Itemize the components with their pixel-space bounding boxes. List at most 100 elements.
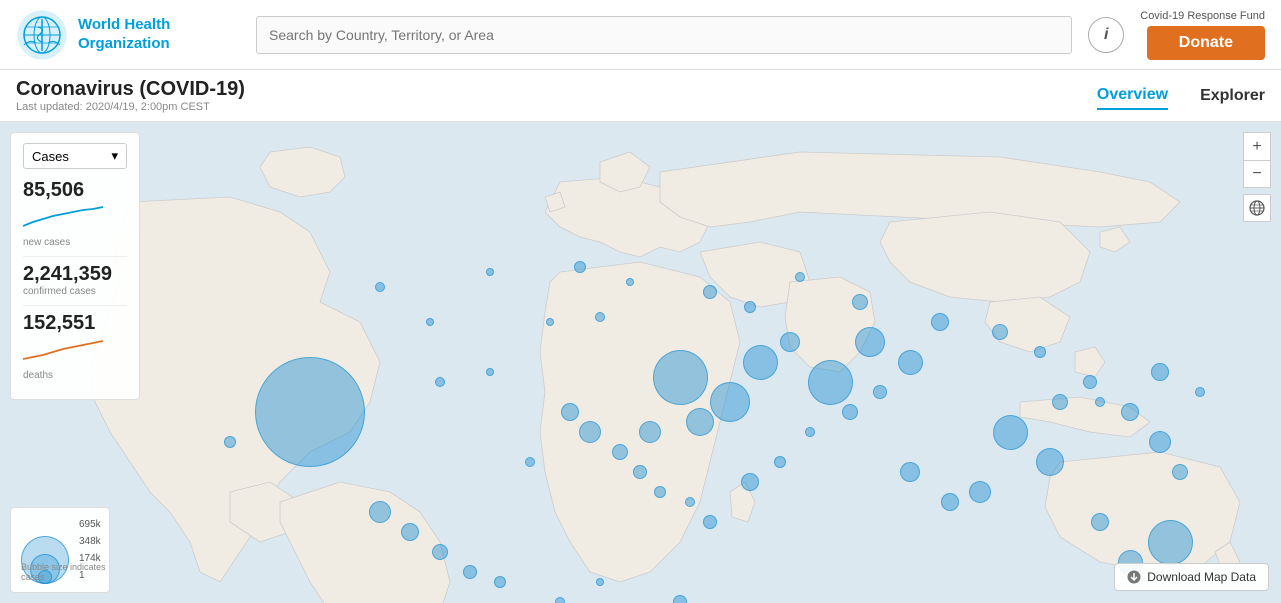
bubble-dot — [626, 278, 634, 286]
download-map-data-button[interactable]: Download Map Data — [1114, 563, 1269, 591]
bubble-dot — [1151, 363, 1169, 381]
bubble-dot — [224, 436, 236, 448]
globe-icon — [1249, 200, 1265, 216]
new-cases-number: 85,506 — [23, 179, 127, 202]
divider — [23, 256, 127, 257]
bubble-dot — [595, 312, 605, 322]
new-cases-block: 85,506 new cases — [23, 179, 127, 248]
bubble-dot — [703, 285, 717, 299]
bubble-dot — [596, 578, 604, 586]
response-fund-label: Covid-19 Response Fund — [1140, 10, 1265, 22]
logo-area: World HealthOrganization — [16, 9, 256, 61]
bubble-dot — [710, 382, 750, 422]
bubble-dot — [369, 501, 391, 523]
stats-panel: Cases ▾ 85,506 new cases 2,241,359 confi… — [10, 132, 140, 400]
bubble-dot — [579, 421, 601, 443]
bubble-dot — [463, 565, 477, 579]
bubble-dot — [686, 408, 714, 436]
bubble-dot — [574, 261, 586, 273]
bubble-dot — [855, 327, 885, 357]
chevron-down-icon: ▾ — [111, 148, 118, 164]
page-title-area: Coronavirus (COVID-19) Last updated: 202… — [16, 78, 245, 113]
donate-button[interactable]: Donate — [1147, 26, 1265, 60]
bubble-dot — [743, 345, 778, 380]
bubble-dot — [401, 523, 419, 541]
deaths-label: deaths — [23, 370, 127, 381]
download-icon — [1127, 570, 1141, 584]
cases-dropdown[interactable]: Cases ▾ — [23, 143, 127, 169]
bubble-dot — [486, 368, 494, 376]
confirmed-cases-block: 2,241,359 confirmed cases — [23, 263, 127, 297]
bubble-dot — [561, 403, 579, 421]
confirmed-label: confirmed cases — [23, 286, 127, 297]
bubble-dot — [255, 357, 365, 467]
org-name: World HealthOrganization — [78, 16, 170, 54]
divider2 — [23, 305, 127, 306]
bubble-dot — [969, 481, 991, 503]
globe-view-button[interactable] — [1243, 194, 1271, 222]
subheader: Coronavirus (COVID-19) Last updated: 202… — [0, 70, 1281, 122]
bubble-dot — [633, 465, 647, 479]
bubble-dot — [685, 497, 695, 507]
deaths-block: 152,551 deaths — [23, 312, 127, 381]
bubble-dot — [612, 444, 628, 460]
world-map[interactable] — [0, 122, 1281, 603]
donate-area: Covid-19 Response Fund Donate — [1140, 10, 1265, 60]
bubble-dot — [375, 282, 385, 292]
bubble-dot — [1121, 403, 1139, 421]
bubble-dot — [993, 415, 1028, 450]
bubble-dot — [808, 360, 853, 405]
deaths-sparkline — [23, 337, 103, 361]
nav-tabs: Overview Explorer — [1097, 82, 1265, 110]
bubble-dot — [780, 332, 800, 352]
bubble-dot — [494, 576, 506, 588]
bubble-dot — [744, 301, 756, 313]
tab-explorer[interactable]: Explorer — [1200, 83, 1265, 109]
confirmed-number: 2,241,359 — [23, 263, 127, 286]
bubble-dot — [654, 486, 666, 498]
bubble-dot — [432, 544, 448, 560]
map-controls: + − — [1243, 132, 1271, 222]
info-button[interactable]: i — [1088, 17, 1124, 53]
bubble-dot — [852, 294, 868, 310]
bubble-dot — [1149, 431, 1171, 453]
bubble-dot — [1034, 346, 1046, 358]
bubble-dot — [900, 462, 920, 482]
zoom-in-button[interactable]: + — [1243, 132, 1271, 160]
bubble-dot — [555, 597, 565, 603]
bubble-dot — [795, 272, 805, 282]
bubble-dot — [1052, 394, 1068, 410]
bubble-legend: 695k 348k 174k 1 Bubble size indicates c… — [10, 507, 110, 593]
cases-dropdown-label: Cases — [32, 149, 69, 164]
bubble-dot — [941, 493, 959, 511]
tab-overview[interactable]: Overview — [1097, 82, 1168, 110]
bubble-dot — [873, 385, 887, 399]
legend-value-1: 695k — [79, 516, 101, 533]
bubble-dot — [842, 404, 858, 420]
legend-value-2: 348k — [79, 533, 101, 550]
bubble-dot — [426, 318, 434, 326]
bubble-dot — [805, 427, 815, 437]
bubble-dot — [931, 313, 949, 331]
deaths-number: 152,551 — [23, 312, 127, 335]
bubble-dot — [1083, 375, 1097, 389]
bubble-caption: Bubble size indicates cases — [21, 562, 109, 582]
bubble-dot — [1148, 520, 1193, 565]
map-svg — [0, 122, 1281, 603]
bubble-dot — [486, 268, 494, 276]
bubble-dot — [992, 324, 1008, 340]
bubble-dot — [525, 457, 535, 467]
bubble-dot — [741, 473, 759, 491]
bubble-dot — [703, 515, 717, 529]
bubble-dot — [774, 456, 786, 468]
zoom-out-button[interactable]: − — [1243, 160, 1271, 188]
bubble-dot — [1091, 513, 1109, 531]
new-cases-label: new cases — [23, 237, 127, 248]
bubble-dot — [1172, 464, 1188, 480]
new-cases-sparkline — [23, 204, 103, 228]
bubble-dot — [673, 595, 687, 603]
bubble-dot — [639, 421, 661, 443]
search-input[interactable] — [256, 16, 1072, 54]
bubble-dot — [1036, 448, 1064, 476]
page-title: Coronavirus (COVID-19) — [16, 78, 245, 101]
